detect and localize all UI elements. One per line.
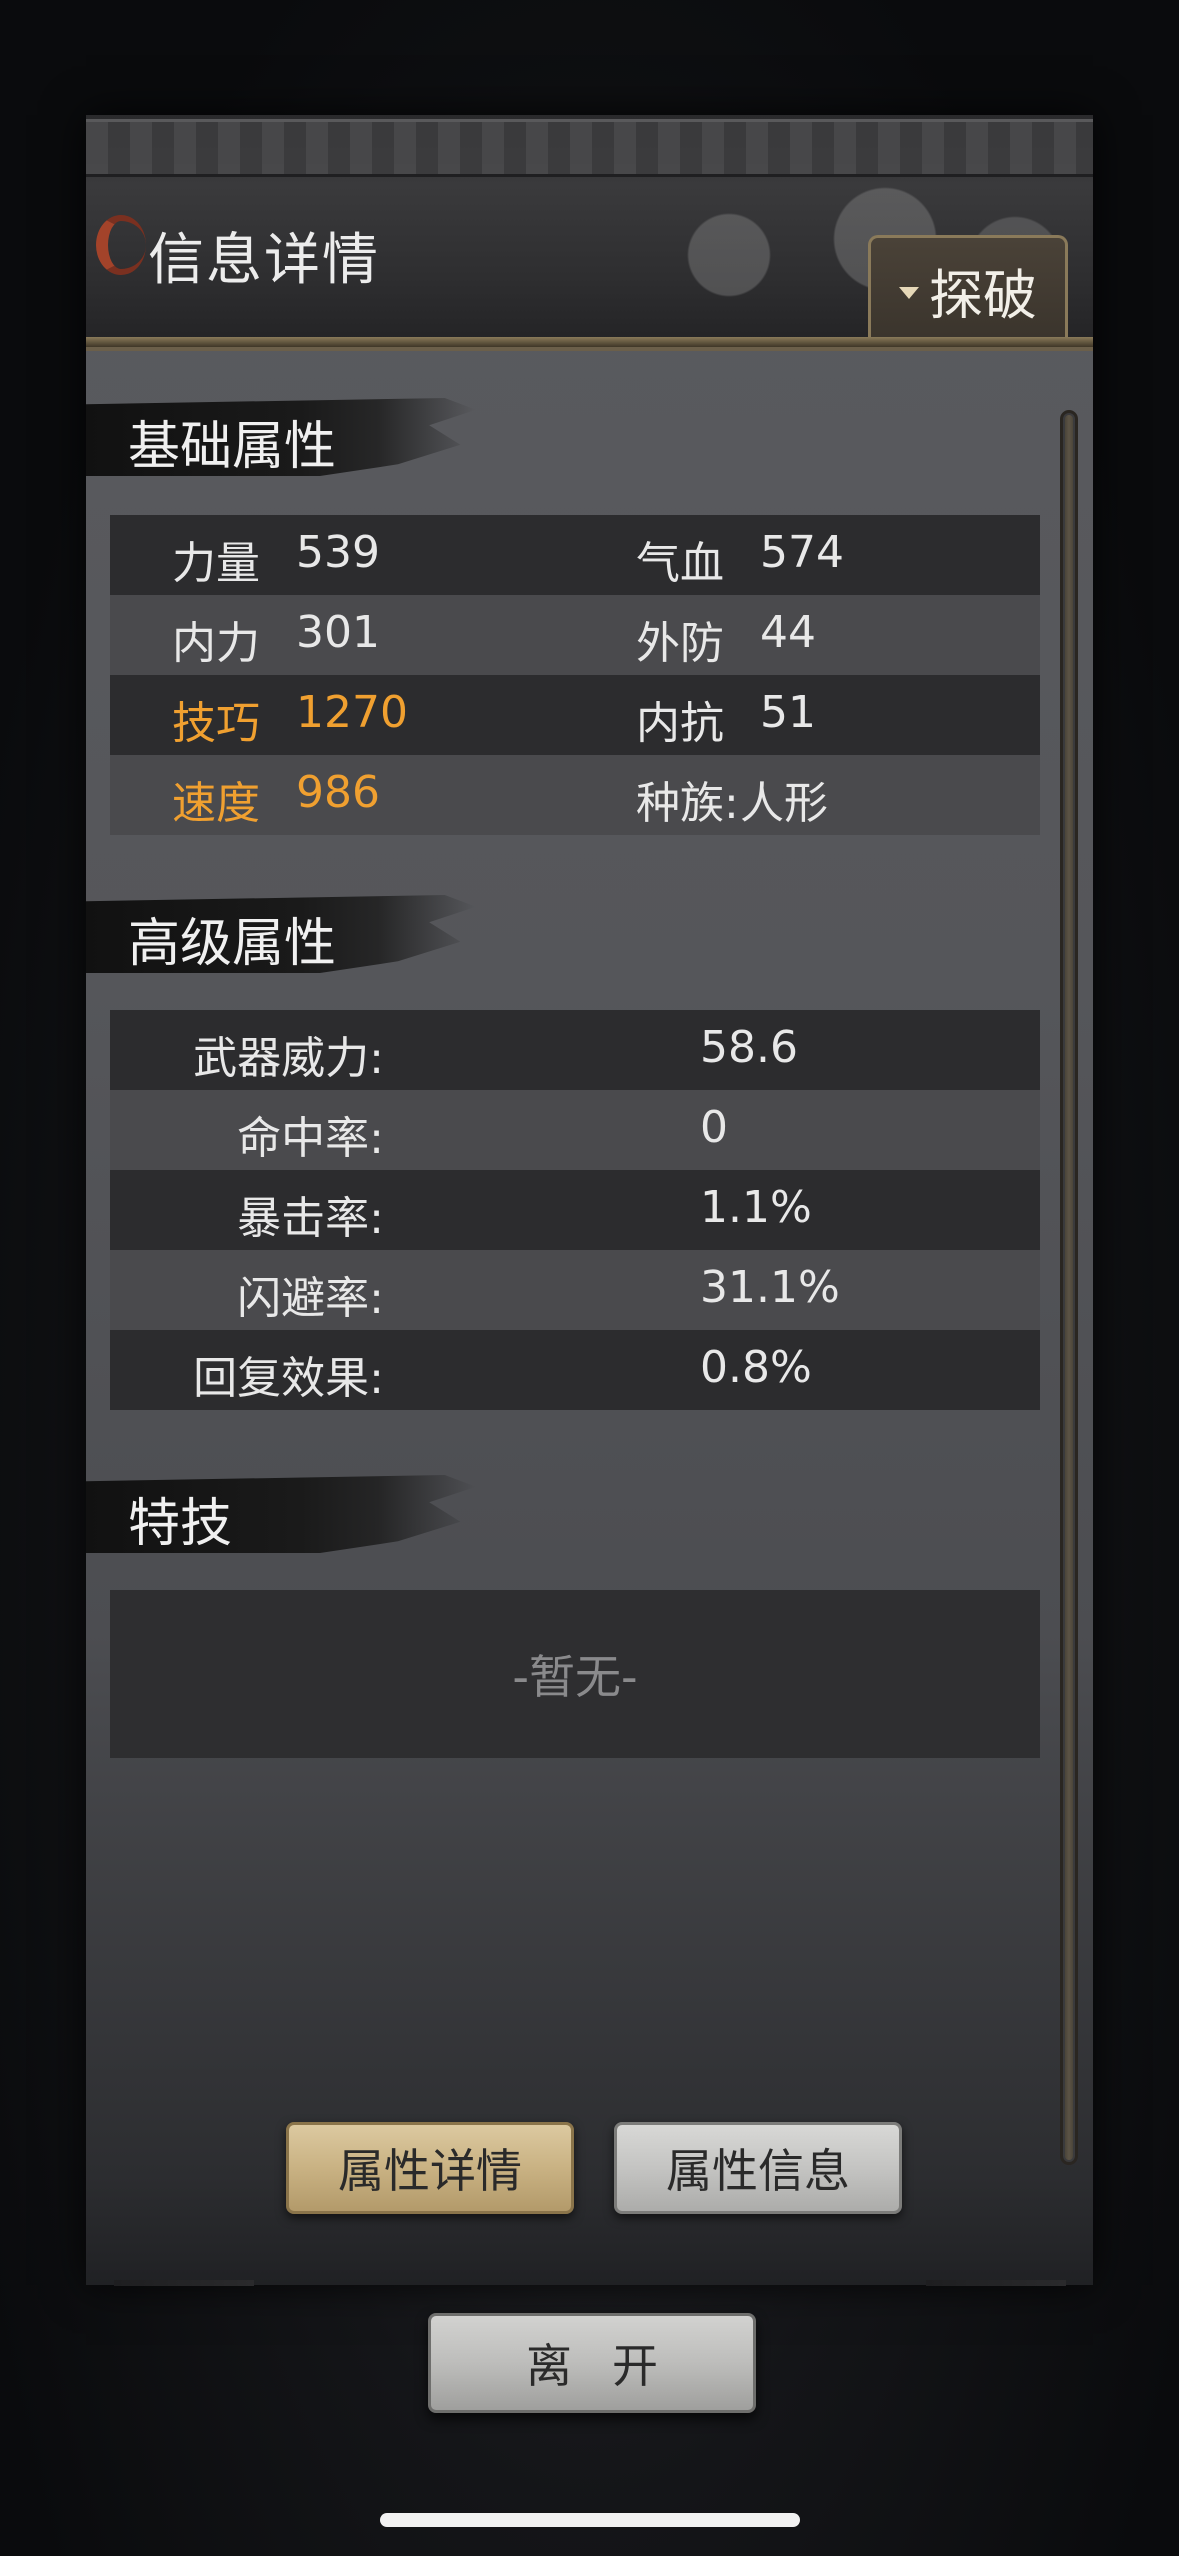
table-row: 力量 539 气血 574	[110, 515, 1040, 595]
attr-label: 技巧	[172, 698, 260, 749]
attr-label: 力量	[172, 538, 260, 589]
skills-empty-text: -暂无-	[512, 1650, 638, 1704]
attr-label: 外防	[636, 618, 724, 669]
attr-label: 闪避率:	[237, 1273, 384, 1324]
scrollbar[interactable]	[1060, 410, 1078, 2165]
header-divider	[86, 337, 1093, 347]
tab-label: 属性详情	[338, 2144, 522, 2198]
table-row: 速度 986 种族: 人形	[110, 755, 1040, 835]
attr-label: 武器威力:	[193, 1033, 384, 1084]
section-header-basic: 基础属性	[86, 398, 476, 477]
tab-label: 属性信息	[666, 2144, 850, 2198]
attr-label: 内抗	[636, 698, 724, 749]
section-title-advanced: 高级属性	[128, 914, 337, 974]
attr-value: 0.8%	[700, 1342, 812, 1393]
attr-value: 0	[700, 1102, 728, 1153]
header-ornament-band	[86, 119, 1093, 177]
title-ring-icon	[96, 215, 146, 275]
caret-down-icon	[899, 286, 919, 299]
attr-label: 暴击率:	[237, 1193, 384, 1244]
attr-value: 58.6	[700, 1022, 798, 1073]
advanced-attributes-table: 武器威力: 58.6 命中率: 0 暴击率: 1.1% 闪避率: 31.1% 回…	[110, 1010, 1040, 1410]
table-row: 回复效果: 0.8%	[110, 1330, 1040, 1410]
attr-value: 51	[760, 687, 816, 738]
attr-value: 44	[760, 607, 816, 658]
table-row: 技巧 1270 内抗 51	[110, 675, 1040, 755]
attr-label: 回复效果:	[193, 1353, 384, 1404]
attr-label: 气血	[636, 538, 724, 589]
info-panel: 信息详情 探破 基础属性 力量 539 气血 574 内力 301 外防 44 …	[86, 115, 1093, 2286]
section-header-advanced: 高级属性	[86, 895, 476, 974]
table-row: 暴击率: 1.1%	[110, 1170, 1040, 1250]
attr-label: 命中率:	[237, 1113, 384, 1164]
attr-value: 301	[296, 607, 380, 658]
tanpo-label: 探破	[929, 264, 1037, 327]
table-row: 武器威力: 58.6	[110, 1010, 1040, 1090]
basic-attributes-table: 力量 539 气血 574 内力 301 外防 44 技巧 1270 内抗 51…	[110, 515, 1040, 835]
section-title-skills: 特技	[128, 1494, 233, 1554]
panel-title: 信息详情	[148, 228, 380, 293]
table-row: 闪避率: 31.1%	[110, 1250, 1040, 1330]
section-title-basic: 基础属性	[128, 417, 337, 477]
scrollbar-thumb[interactable]	[1065, 415, 1073, 2160]
table-row: 命中率: 0	[110, 1090, 1040, 1170]
tab-divider-left	[114, 2280, 254, 2286]
table-row: 内力 301 外防 44	[110, 595, 1040, 675]
attr-value: 1270	[296, 687, 408, 738]
tab-attribute-info[interactable]: 属性信息	[614, 2122, 902, 2214]
attr-label: 速度	[172, 778, 260, 829]
tab-divider-right	[926, 2280, 1066, 2286]
section-header-skills: 特技	[86, 1475, 476, 1554]
attr-value: 1.1%	[700, 1182, 812, 1233]
skills-empty-box: -暂无-	[110, 1590, 1040, 1758]
leave-label: 离开	[526, 2339, 698, 2393]
home-indicator[interactable]	[380, 2513, 800, 2527]
tab-attribute-details[interactable]: 属性详情	[286, 2122, 574, 2214]
attr-value: 986	[296, 767, 380, 818]
panel-header: 信息详情 探破	[86, 115, 1093, 351]
attr-value: 574	[760, 527, 844, 578]
attr-value: 人形	[740, 778, 828, 829]
attr-label: 内力	[172, 618, 260, 669]
attr-label: 种族:	[636, 778, 739, 829]
attr-value: 31.1%	[700, 1262, 840, 1313]
attr-value: 539	[296, 527, 380, 578]
leave-button[interactable]: 离开	[428, 2313, 756, 2413]
screen: 信息详情 探破 基础属性 力量 539 气血 574 内力 301 外防 44 …	[0, 0, 1179, 2556]
tanpo-button[interactable]: 探破	[868, 235, 1068, 343]
